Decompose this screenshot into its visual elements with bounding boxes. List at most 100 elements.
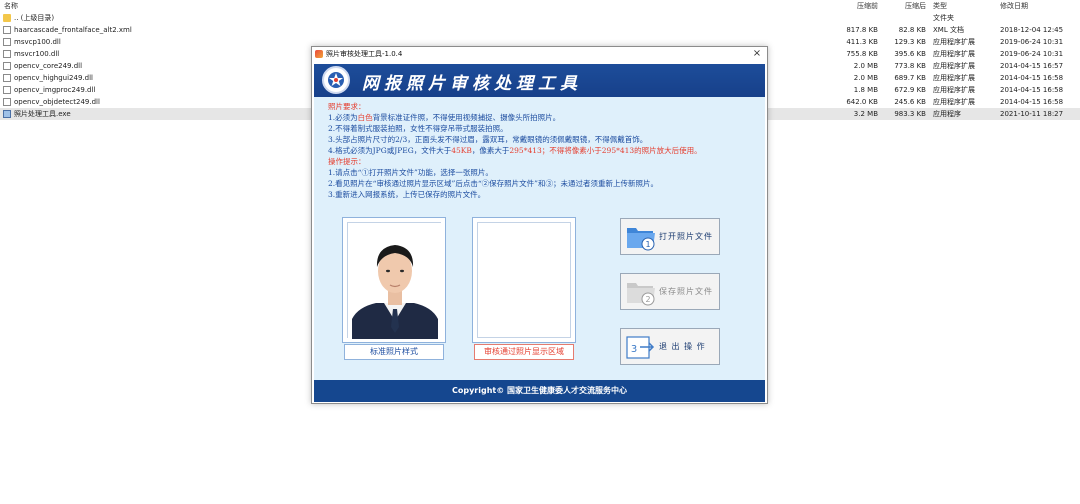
file-compressed-size: 3.2 MB [853, 110, 878, 118]
logo-icon [322, 66, 350, 94]
file-type: 应用程序扩展 [933, 50, 975, 58]
file-original-size: 983.3 KB [894, 110, 926, 118]
operation-1: 1.请点击“①打开照片文件”功能，选择一张照片。 [328, 168, 493, 177]
requirement-3: 3.头部占照片尺寸的2/3，正面头发不得过眉，露双耳，常戴眼镜的须佩戴眼镜，不得… [328, 135, 648, 144]
file-type: XML 文档 [933, 26, 964, 34]
file-compressed-size: 642.0 KB [846, 98, 878, 106]
file-original-size: 129.3 KB [894, 38, 926, 46]
sample-photo-frame [342, 217, 446, 343]
requirement-2: 2.不得着制式服装拍照，女性不得穿吊带式服装拍照。 [328, 124, 508, 133]
file-compressed-size: 2.0 MB [853, 62, 878, 70]
footer-bar: Copyright© 国家卫生健康委人才交流服务中心 [314, 380, 765, 402]
approved-photo-inner [477, 222, 571, 338]
file-row[interactable]: .. (上级目录) 文件夹 [0, 12, 1080, 24]
close-button[interactable]: × [751, 47, 763, 61]
approved-photo-area [472, 217, 576, 343]
file-icon [3, 38, 11, 46]
save-button-label: 保存照片文件 [659, 287, 713, 296]
operation-3: 3.重新进入网报系统，上传已保存的照片文件。 [328, 190, 486, 199]
open-button-label: 打开照片文件 [659, 232, 713, 241]
file-modified: 2019-06-24 10:31 [1000, 38, 1064, 46]
file-name: .. (上级目录) [14, 14, 55, 22]
file-original-size: 395.6 KB [894, 50, 926, 58]
header-name[interactable]: 名称 [4, 0, 18, 12]
file-type: 应用程序扩展 [933, 62, 975, 70]
req4-text-e: ；不得将像素小于295*413的照片放大后使用。 [541, 146, 702, 155]
title-bar[interactable]: 照片审核处理工具-1.0.4 × [312, 47, 767, 61]
file-icon [3, 26, 11, 34]
file-type: 应用程序扩展 [933, 98, 975, 106]
req4-pixels: 295*413 [509, 146, 542, 155]
header-type[interactable]: 类型 [933, 0, 947, 12]
file-compressed-size: 817.8 KB [846, 26, 878, 34]
file-modified: 2021-10-11 18:27 [1000, 110, 1064, 118]
file-type: 应用程序扩展 [933, 86, 975, 94]
req4-text-c: ，像素大于 [471, 146, 510, 155]
open-photo-button[interactable]: 1 打开照片文件 [620, 218, 720, 255]
footer-copyright: Copyright© 国家卫生健康委人才交流服务中心 [451, 386, 628, 395]
file-type: 应用程序扩展 [933, 38, 975, 46]
window-title: 照片审核处理工具-1.0.4 [326, 50, 403, 58]
file-compressed-size: 411.3 KB [846, 38, 878, 46]
folder-save-icon: 2 [627, 283, 655, 306]
file-name: 照片处理工具.exe [14, 110, 71, 118]
approved-photo-caption: 审核通过照片显示区域 [474, 344, 574, 360]
req1-text-a: 1.必须为 [328, 113, 358, 122]
file-name: msvcp100.dll [14, 38, 61, 46]
operation-2: 2.看见照片在“审核通过照片显示区域”后点击“②保存照片文件”和③；未通过者须重… [328, 179, 658, 188]
file-icon [3, 74, 11, 82]
content-panel: 照片要求： 1.必须为白色背景标准证件照，不得使用视频捕捉、摄像头所拍照片。 2… [314, 97, 765, 380]
file-compressed-size: 1.8 MB [853, 86, 878, 94]
file-name: msvcr100.dll [14, 50, 60, 58]
header-original[interactable]: 压缩后 [880, 0, 926, 12]
app-icon [315, 50, 323, 58]
operations-heading: 操作提示： [328, 157, 366, 166]
folder-icon [3, 14, 11, 22]
file-modified: 2014-04-15 16:58 [1000, 74, 1064, 82]
file-row[interactable]: haarcascade_frontalface_alt2.xml 817.8 KB… [0, 24, 1080, 36]
file-compressed-size: 2.0 MB [853, 74, 878, 82]
file-original-size: 689.7 KB [894, 74, 926, 82]
file-type: 应用程序扩展 [933, 74, 975, 82]
file-type: 文件夹 [933, 14, 954, 22]
file-name: opencv_core249.dll [14, 62, 83, 70]
requirement-4: 4.格式必须为JPG或JPEG，文件大于45KB，像素大于295*413；不得将… [328, 146, 702, 156]
file-icon [3, 62, 11, 70]
requirements-heading: 照片要求： [328, 102, 366, 111]
requirement-1: 1.必须为白色背景标准证件照，不得使用视频捕捉、摄像头所拍照片。 [328, 113, 560, 123]
req4-text-a: 4.格式必须为JPG或JPEG，文件大于 [328, 146, 452, 155]
file-modified: 2014-04-15 16:57 [1000, 62, 1064, 70]
file-original-size: 245.6 KB [894, 98, 926, 106]
file-modified: 2019-06-24 10:31 [1000, 50, 1064, 58]
file-modified: 2014-04-15 16:58 [1000, 98, 1064, 106]
sample-photo-caption: 标准照片样式 [344, 344, 444, 360]
open-button-number: 1 [645, 240, 650, 249]
sample-photo [347, 222, 442, 339]
photo-tool-window: 照片审核处理工具-1.0.4 × 网报照片审核处理工具 照片要求： 1.必须为白… [311, 46, 768, 404]
file-icon [3, 50, 11, 58]
file-name: opencv_imgproc249.dll [14, 86, 96, 94]
save-button-number: 2 [645, 295, 650, 304]
save-photo-button[interactable]: 2 保存照片文件 [620, 273, 720, 310]
header-compressed[interactable]: 压缩前 [820, 0, 878, 12]
banner-title: 网报照片审核处理工具 [362, 74, 582, 94]
banner: 网报照片审核处理工具 [314, 64, 765, 97]
file-icon [3, 86, 11, 94]
file-compressed-size: 755.8 KB [846, 50, 878, 58]
file-modified: 2014-04-15 16:58 [1000, 86, 1064, 94]
file-name: haarcascade_frontalface_alt2.xml [14, 26, 132, 34]
exit-arrow-icon: 3 [626, 336, 655, 359]
exe-icon [3, 110, 11, 118]
file-list-header: 名称 压缩前 压缩后 类型 修改日期 [0, 0, 1080, 12]
file-original-size: 672.9 KB [894, 86, 926, 94]
file-original-size: 82.8 KB [898, 26, 926, 34]
req1-text-c: 背景标准证件照，不得使用视频捕捉、摄像头所拍照片。 [372, 113, 561, 122]
req4-size: 45KB [451, 146, 472, 155]
req1-highlight: 白色 [357, 113, 373, 122]
exit-button[interactable]: 3 退 出 操 作 [620, 328, 720, 365]
folder-open-icon: 1 [627, 228, 655, 251]
header-modified[interactable]: 修改日期 [1000, 0, 1028, 12]
exit-button-number: 3 [631, 344, 637, 355]
file-name: opencv_highgui249.dll [14, 74, 93, 82]
file-icon [3, 98, 11, 106]
